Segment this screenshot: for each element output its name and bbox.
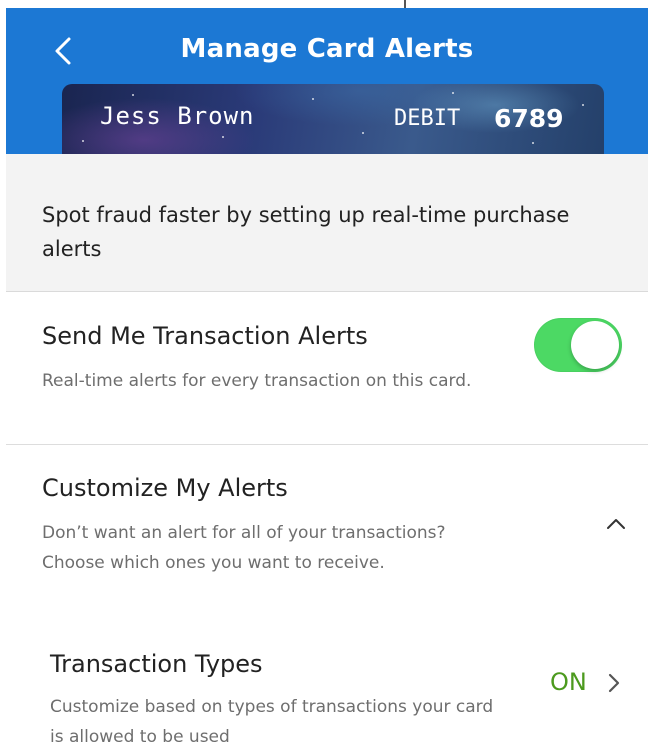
transaction-types-title[interactable]: Transaction Types <box>50 650 263 678</box>
transaction-types-open-button[interactable] <box>604 671 624 695</box>
manage-card-alerts-screen: Manage Card Alerts Jess Brown DEBIT 6789… <box>0 0 648 746</box>
card-holder-name: Jess Brown <box>100 102 255 130</box>
toggle-knob <box>571 321 619 369</box>
transaction-types-description: Customize based on types of transactions… <box>50 697 494 746</box>
top-tick <box>404 0 406 8</box>
card-type: DEBIT <box>394 106 461 131</box>
page-title: Manage Card Alerts <box>180 34 474 64</box>
header-bar: Manage Card Alerts Jess Brown DEBIT 6789 <box>6 8 648 154</box>
transaction-alerts-toggle[interactable] <box>534 318 622 372</box>
intro-text: Spot fraud faster by setting up real-tim… <box>42 203 570 261</box>
transaction-alerts-description: Real-time alerts for every transaction o… <box>42 371 472 391</box>
customize-alerts-description: Don’t want an alert for all of your tran… <box>42 523 446 573</box>
customize-alerts-title: Customize My Alerts <box>42 474 288 502</box>
debit-card-banner: Jess Brown DEBIT 6789 <box>62 84 604 154</box>
customize-collapse-button[interactable] <box>604 514 628 534</box>
transaction-alerts-title: Send Me Transaction Alerts <box>42 322 368 350</box>
chevron-up-icon <box>607 519 625 529</box>
card-last-four: 6789 <box>494 104 564 133</box>
section-divider <box>6 444 648 445</box>
intro-banner: Spot fraud faster by setting up real-tim… <box>6 154 648 292</box>
transaction-types-status[interactable]: ON <box>550 668 587 696</box>
chevron-right-icon <box>608 673 620 693</box>
top-strip <box>0 0 648 8</box>
